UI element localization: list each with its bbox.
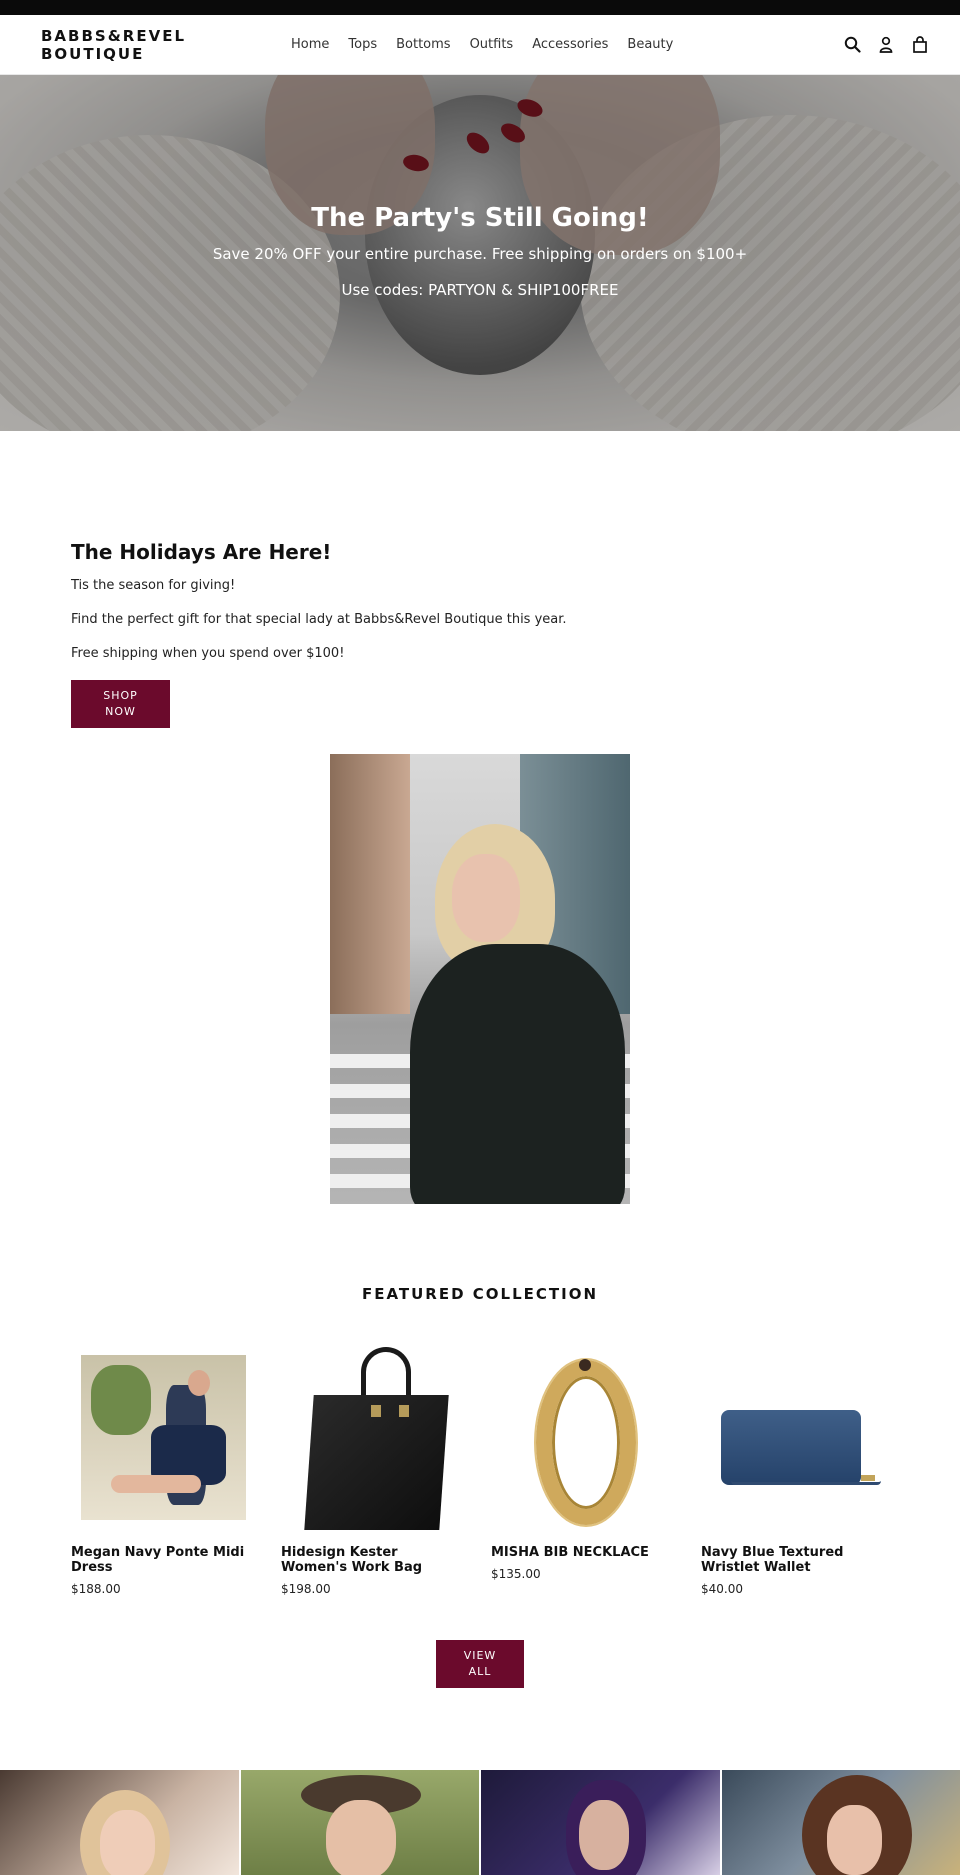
nav-item-beauty[interactable]: Beauty — [627, 37, 673, 52]
product-name[interactable]: MISHA BIB NECKLACE — [491, 1545, 673, 1560]
promo-heading: The Holidays Are Here! — [71, 540, 332, 564]
featured-collection-title: FEATURED COLLECTION — [361, 1285, 599, 1303]
product-price: $198.00 — [281, 1582, 331, 1596]
gallery-image[interactable] — [0, 1770, 239, 1875]
product-name[interactable]: Hidesign Kester Women's Work Bag — [281, 1545, 463, 1575]
product-card[interactable]: Megan Navy Ponte Midi Dress $188.00 — [71, 1345, 253, 1596]
product-name[interactable]: Navy Blue Textured Wristlet Wallet — [701, 1545, 883, 1575]
product-card[interactable]: MISHA BIB NECKLACE $135.00 — [491, 1345, 673, 1596]
product-card[interactable]: Navy Blue Textured Wristlet Wallet $40.0… — [701, 1345, 883, 1596]
hero-subtitle: Save 20% OFF your entire purchase. Free … — [212, 245, 748, 263]
view-all-button[interactable]: VIEW ALL — [436, 1640, 524, 1688]
holiday-promo: The Holidays Are Here! Tis the season fo… — [71, 540, 891, 679]
product-name[interactable]: Megan Navy Ponte Midi Dress — [71, 1545, 253, 1575]
promo-line: Tis the season for giving! — [71, 578, 236, 593]
hero-codes: Use codes: PARTYON & SHIP100FREE — [341, 281, 619, 299]
product-image-work-bag[interactable] — [281, 1345, 463, 1535]
search-icon[interactable] — [842, 33, 862, 55]
gallery-image[interactable] — [721, 1770, 960, 1875]
promo-image-woman-leather-jacket — [330, 754, 630, 1204]
nav-item-tops[interactable]: Tops — [348, 37, 377, 52]
gallery-image[interactable] — [481, 1770, 720, 1875]
product-image-wristlet-wallet[interactable] — [701, 1345, 883, 1535]
announcement-bar — [0, 0, 960, 15]
store-logo[interactable]: BABBS&REVEL BOUTIQUE — [41, 27, 201, 63]
promo-line: Find the perfect gift for that special l… — [71, 612, 567, 627]
image-gallery — [0, 1770, 960, 1875]
nav-item-home[interactable]: Home — [291, 37, 329, 52]
product-card[interactable]: Hidesign Kester Women's Work Bag $198.00 — [281, 1345, 463, 1596]
shop-now-button[interactable]: SHOP NOW — [71, 680, 170, 728]
site-header: BABBS&REVEL BOUTIQUE Home Tops Bottoms O… — [0, 15, 960, 75]
nav-item-bottoms[interactable]: Bottoms — [396, 37, 450, 52]
gallery-image[interactable] — [240, 1770, 479, 1875]
product-grid: Megan Navy Ponte Midi Dress $188.00 Hide… — [71, 1345, 891, 1596]
hero-title: The Party's Still Going! — [311, 203, 649, 233]
shop-now-label: SHOP NOW — [103, 689, 138, 718]
product-price: $135.00 — [491, 1567, 541, 1581]
nav-item-outfits[interactable]: Outfits — [470, 37, 514, 52]
header-icons — [842, 33, 930, 55]
promo-line: Free shipping when you spend over $100! — [71, 646, 345, 661]
account-icon[interactable] — [876, 33, 896, 55]
product-price: $188.00 — [71, 1582, 121, 1596]
view-all-label: VIEW ALL — [463, 1649, 497, 1678]
product-price: $40.00 — [701, 1582, 743, 1596]
product-image-bib-necklace[interactable] — [491, 1345, 673, 1535]
cart-icon[interactable] — [910, 33, 930, 55]
nav-item-accessories[interactable]: Accessories — [532, 37, 608, 52]
hero-banner: The Party's Still Going! Save 20% OFF yo… — [0, 75, 960, 431]
product-image-navy-dress[interactable] — [71, 1345, 253, 1535]
main-nav: Home Tops Bottoms Outfits Accessories Be… — [291, 37, 673, 52]
